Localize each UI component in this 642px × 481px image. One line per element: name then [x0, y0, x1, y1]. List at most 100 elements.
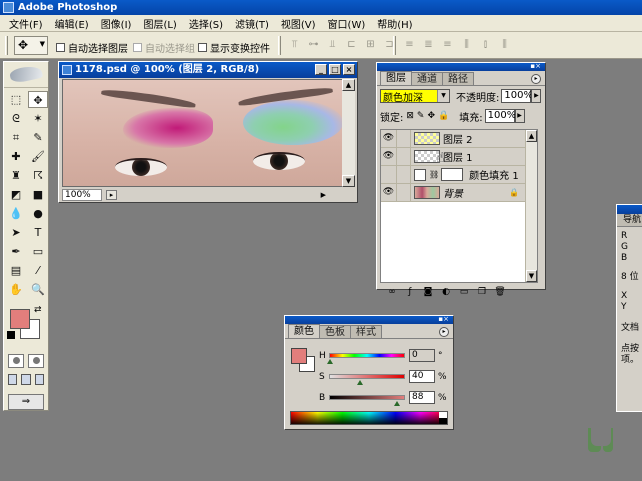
hue-slider[interactable]: [327, 353, 405, 364]
menu-window[interactable]: 窗口(W): [322, 16, 372, 31]
auto-select-layer-option[interactable]: 自动选择图层: [56, 40, 128, 55]
eraser-tool-icon[interactable]: ◩: [6, 186, 26, 203]
menu-layer[interactable]: 图层(L): [137, 16, 182, 31]
layer-style-icon[interactable]: ƒ: [404, 287, 416, 298]
navigator-titlebar[interactable]: [617, 205, 642, 214]
foreground-color-swatch[interactable]: [10, 309, 30, 329]
opacity-input[interactable]: 100%: [501, 89, 533, 103]
slice-tool-icon[interactable]: ✎: [28, 129, 48, 146]
blur-tool-icon[interactable]: 💧: [6, 205, 26, 222]
dodge-tool-icon[interactable]: ●: [28, 205, 48, 222]
document-titlebar[interactable]: 1178.psd @ 100% (图层 2, RGB/8) _ □ ×: [59, 62, 357, 78]
menu-help[interactable]: 帮助(H): [371, 16, 418, 31]
blend-mode-select[interactable]: 颜色加深 ▼: [380, 89, 450, 104]
gradient-tool-icon[interactable]: ■: [28, 186, 48, 203]
layer-row-layer1[interactable]: 👁 图层 1: [381, 148, 537, 166]
layers-scrollbar[interactable]: ▲ ▼: [525, 130, 537, 282]
palette-close-icon[interactable]: ▪×: [438, 315, 449, 323]
screen-mode-menubar-button[interactable]: [21, 374, 31, 385]
lasso-tool-icon[interactable]: ᘓ: [6, 110, 26, 127]
palette-menu-icon[interactable]: ▸: [531, 74, 541, 84]
layer-brush-cell[interactable]: [397, 184, 411, 201]
document-vertical-scrollbar[interactable]: ▲ ▼: [342, 79, 355, 187]
saturation-input[interactable]: 40: [409, 370, 435, 383]
menu-select[interactable]: 选择(S): [183, 16, 229, 31]
color-spectrum-bar[interactable]: [290, 411, 448, 425]
hand-tool-icon[interactable]: ✋: [6, 281, 26, 298]
quick-mask-mode-button[interactable]: [28, 354, 44, 368]
scroll-down-icon[interactable]: ▼: [526, 270, 537, 282]
options-grip[interactable]: [5, 36, 8, 55]
pen-tool-icon[interactable]: ✒: [6, 243, 26, 260]
default-colors-icon[interactable]: [7, 331, 15, 339]
distribute-top-icon[interactable]: ≡: [402, 38, 417, 52]
document-canvas[interactable]: [62, 79, 344, 187]
new-group-icon[interactable]: ▭: [458, 287, 470, 298]
visibility-eye-icon[interactable]: 👁: [381, 184, 397, 201]
status-menu-icon[interactable]: ▸: [106, 189, 117, 200]
new-layer-icon[interactable]: ❐: [476, 287, 488, 298]
layer-row-color-fill[interactable]: ⛓ 颜色填充 1: [381, 166, 537, 184]
healing-brush-tool-icon[interactable]: ✚: [6, 148, 26, 165]
lock-transparency-icon[interactable]: ⊠: [406, 111, 414, 121]
swap-colors-icon[interactable]: ⇄: [34, 305, 42, 315]
menu-image[interactable]: 图像(I): [95, 16, 138, 31]
tab-layers[interactable]: 图层: [380, 71, 412, 85]
path-select-tool-icon[interactable]: ➤: [6, 224, 26, 241]
opacity-slider-button[interactable]: ▶: [531, 89, 542, 103]
adjustment-layer-icon[interactable]: ◐: [440, 287, 452, 298]
palette-menu-icon[interactable]: ▸: [439, 327, 449, 337]
chain-link-icon[interactable]: ⛓: [429, 170, 439, 179]
align-left-icon[interactable]: ⊏: [344, 38, 359, 52]
saturation-slider[interactable]: [329, 374, 405, 385]
screen-mode-standard-button[interactable]: [8, 374, 18, 385]
align-hcenter-icon[interactable]: ⊞: [363, 38, 378, 52]
tab-swatches[interactable]: 色板: [319, 325, 351, 338]
scroll-down-icon[interactable]: ▼: [342, 175, 355, 187]
crop-tool-icon[interactable]: ⌗: [6, 129, 26, 146]
jump-to-imageready-button[interactable]: ⇒: [8, 394, 44, 410]
layer-row-background[interactable]: 👁 背景 🔒: [381, 184, 537, 202]
type-tool-icon[interactable]: T: [28, 224, 48, 241]
distribute-vcenter-icon[interactable]: ≣: [421, 38, 436, 52]
visibility-eye-empty[interactable]: [381, 166, 397, 183]
shape-tool-icon[interactable]: ▭: [28, 243, 48, 260]
history-brush-tool-icon[interactable]: ☈: [28, 167, 48, 184]
notes-tool-icon[interactable]: ▤: [6, 262, 26, 279]
tab-color[interactable]: 颜色: [288, 324, 320, 338]
saturation-slider-thumb[interactable]: [357, 380, 363, 385]
distribute-left-icon[interactable]: ⫼: [459, 38, 474, 52]
show-transform-option[interactable]: 显示变换控件: [198, 40, 270, 55]
palette-close-icon[interactable]: ▪×: [530, 62, 541, 70]
hue-input[interactable]: 0: [409, 349, 435, 362]
distribute-hcenter-icon[interactable]: ⫾: [478, 38, 493, 52]
zoom-tool-icon[interactable]: 🔍: [28, 281, 48, 298]
brush-tool-icon[interactable]: 🖌: [28, 148, 48, 165]
distribute-bottom-icon[interactable]: ≡: [440, 38, 455, 52]
scroll-right-icon[interactable]: ▶: [321, 191, 326, 199]
fill-input[interactable]: 100%: [484, 109, 516, 123]
tool-preset-picker[interactable]: ✥ ▼: [14, 36, 48, 55]
tab-styles[interactable]: 样式: [350, 325, 382, 338]
menu-edit[interactable]: 编辑(E): [49, 16, 95, 31]
standard-mode-button[interactable]: [8, 354, 24, 368]
marquee-tool-icon[interactable]: ⬚: [6, 91, 26, 108]
trash-icon[interactable]: 🗑: [494, 287, 506, 298]
minimize-icon[interactable]: _: [315, 64, 327, 75]
brightness-slider-thumb[interactable]: [394, 401, 400, 406]
layer-brush-cell[interactable]: [397, 148, 411, 165]
color-panel-foreground-swatch[interactable]: [291, 348, 307, 364]
align-top-icon[interactable]: ⫪: [287, 38, 302, 52]
visibility-eye-icon[interactable]: 👁: [381, 130, 397, 147]
distribute-right-icon[interactable]: ⫼: [497, 38, 512, 52]
magic-wand-tool-icon[interactable]: ✶: [28, 110, 48, 127]
visibility-eye-icon[interactable]: 👁: [381, 148, 397, 165]
toolbox-header[interactable]: [4, 62, 48, 88]
layer-mask-icon[interactable]: ◙: [422, 287, 434, 298]
layer-row-layer2[interactable]: 👁 图层 2: [381, 130, 537, 148]
lock-position-icon[interactable]: ✥: [427, 111, 435, 121]
fill-slider-button[interactable]: ▶: [514, 109, 525, 123]
eyedropper-tool-icon[interactable]: ⁄: [28, 262, 48, 279]
brightness-input[interactable]: 88: [409, 391, 435, 404]
maximize-icon[interactable]: □: [329, 64, 341, 75]
